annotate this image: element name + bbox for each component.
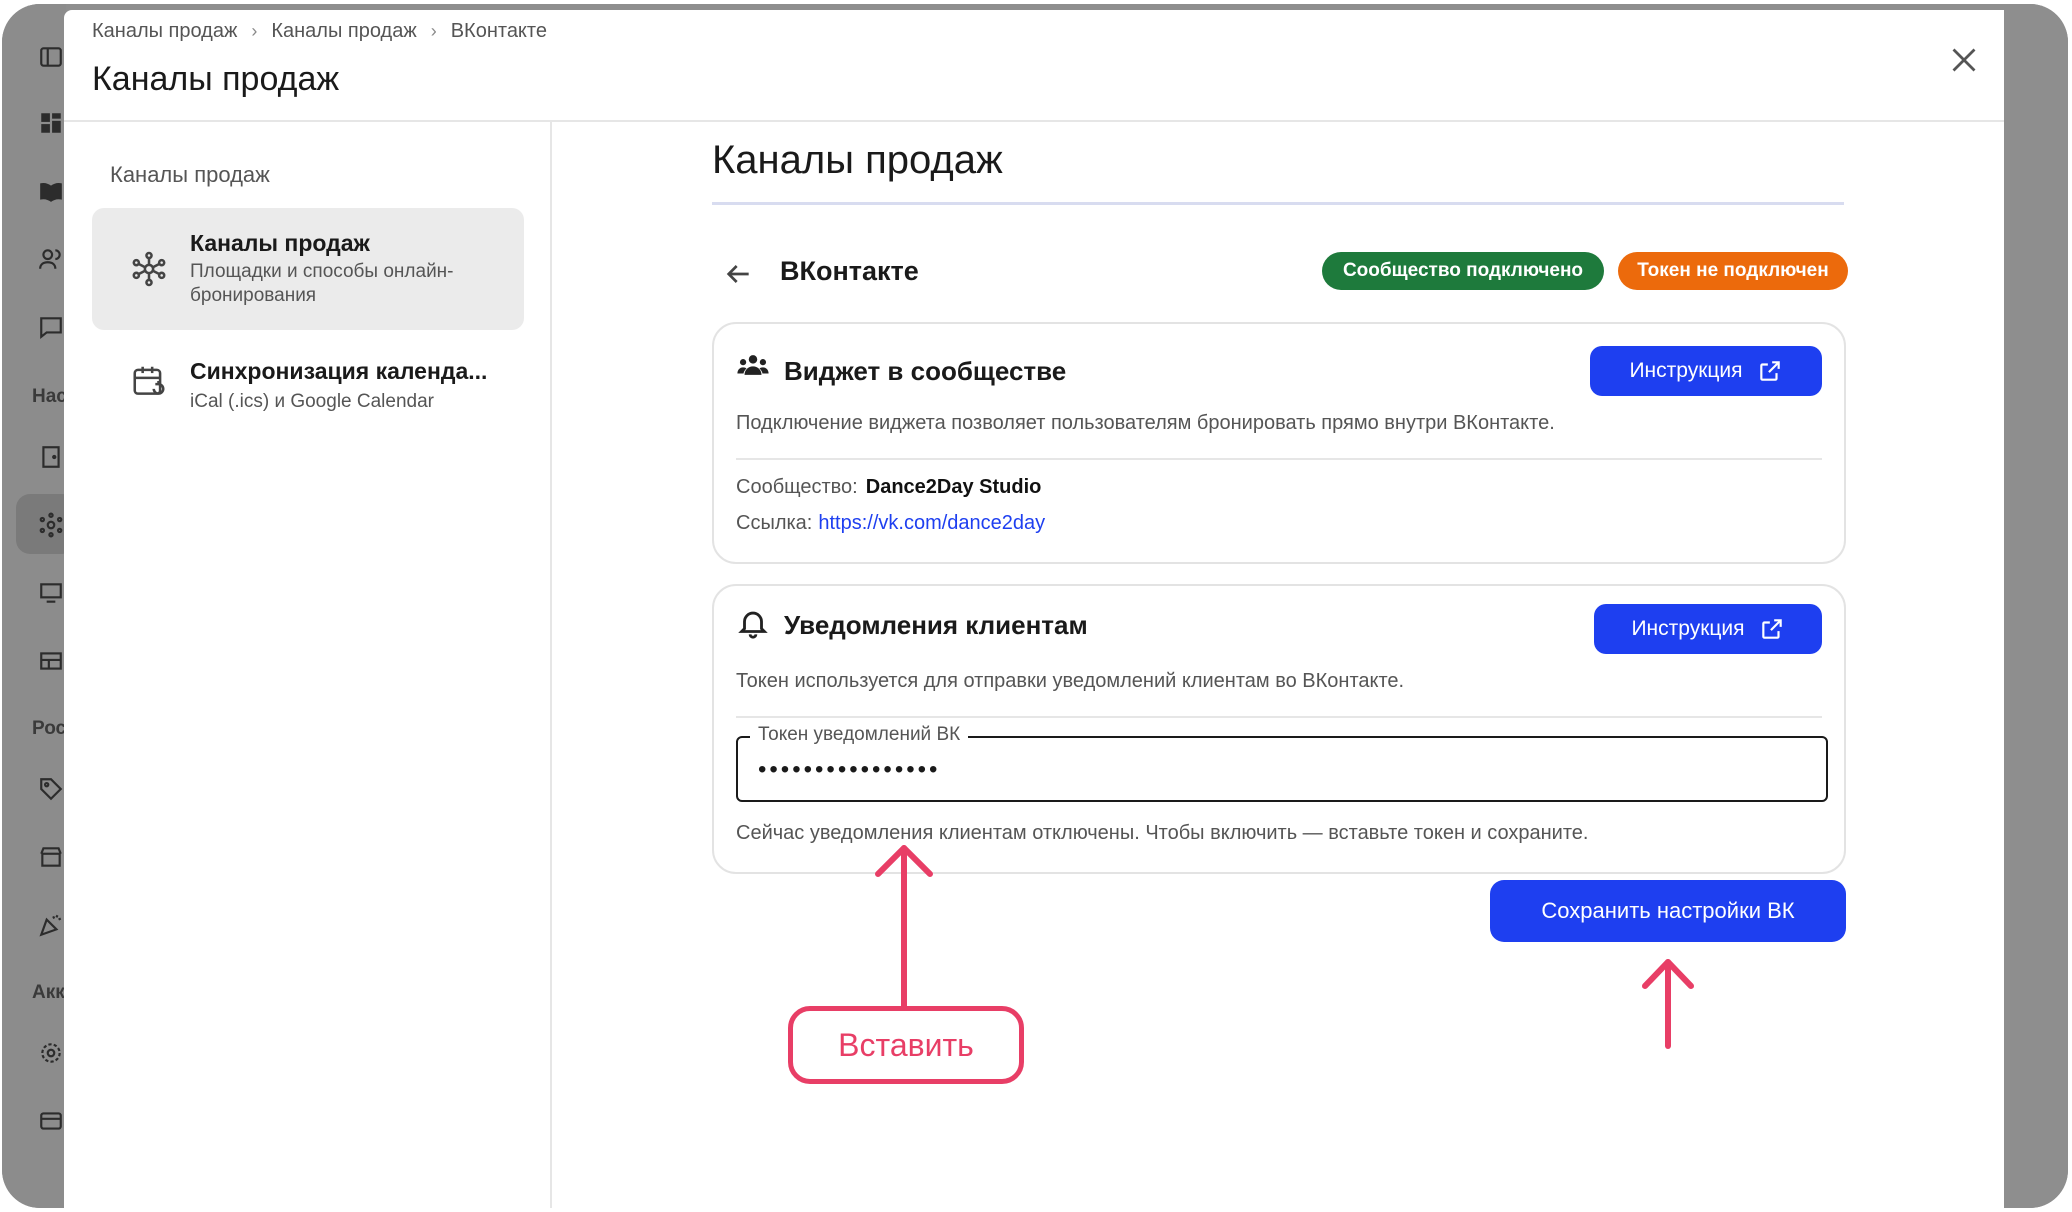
chat-icon xyxy=(38,314,64,340)
close-icon xyxy=(1952,48,1976,72)
card-title: Уведомления клиентам xyxy=(784,610,1088,640)
link-label: Ссылка: xyxy=(736,512,813,534)
nav-item-title: Каналы продаж xyxy=(190,230,370,256)
network-icon xyxy=(38,512,64,538)
dashboard-icon xyxy=(38,110,64,136)
token-input-value[interactable]: •••••••••••••••• xyxy=(758,756,940,784)
token-hint: Сейчас уведомления клиентам отключены. Ч… xyxy=(736,822,1589,844)
modal-title: Каналы продаж xyxy=(92,60,340,98)
title-divider xyxy=(712,202,1844,205)
status-badge-community: Сообщество подключено xyxy=(1322,252,1604,290)
breadcrumb-separator: › xyxy=(430,21,437,41)
link-row: Ссылка: https://vk.com/dance2day xyxy=(736,512,1045,535)
card-divider xyxy=(736,716,1822,718)
bell-icon xyxy=(736,606,770,640)
nav-item-calendar-sync[interactable]: Синхронизация календа... iCal (.ics) и G… xyxy=(92,338,524,460)
widget-card: Виджет в сообществе Инструкция Подключен… xyxy=(712,322,1846,564)
token-input-label: Токен уведомлений ВК xyxy=(750,724,969,746)
external-link-icon xyxy=(1761,619,1782,639)
network-icon xyxy=(130,250,168,288)
background-section-label: Нас xyxy=(32,386,67,407)
screenshot-frame: Нас Рос Акк Каналы продаж › Каналы прода… xyxy=(0,0,2072,1212)
card-description: Подключение виджета позволяет пользовате… xyxy=(736,412,1555,434)
book-icon xyxy=(38,178,64,204)
breadcrumb-item[interactable]: Каналы продаж xyxy=(271,20,416,43)
token-input[interactable]: Токен уведомлений ВК •••••••••••••••• xyxy=(736,724,1828,802)
close-button[interactable] xyxy=(1946,42,1982,78)
community-label: Сообщество: xyxy=(736,476,858,498)
community-row: Сообщество: Dance2Day Studio xyxy=(736,476,1041,499)
background-section-label: Рос xyxy=(32,718,67,739)
back-button[interactable] xyxy=(722,258,754,290)
vk-header-row: ВКонтакте Сообщество подключено Токен не… xyxy=(712,252,1848,296)
instruction-button-label: Инструкция xyxy=(1629,359,1743,382)
card-description: Токен используется для отправки уведомле… xyxy=(736,670,1405,692)
nav-item-sales-channels[interactable]: Каналы продаж Площадки и способы онлайн-… xyxy=(92,208,524,330)
background-sidebar: Нас Рос Акк xyxy=(2,4,76,1208)
breadcrumb: Каналы продаж › Каналы продаж › ВКонтакт… xyxy=(92,20,547,43)
background-right-strip xyxy=(2004,4,2068,1208)
annotation-arrow-save xyxy=(1642,959,1694,1049)
external-link-icon xyxy=(1759,361,1780,381)
modal-header: Каналы продаж › Каналы продаж › ВКонтакт… xyxy=(64,10,2008,122)
instruction-button-label: Инструкция xyxy=(1631,617,1745,640)
table-icon xyxy=(38,648,64,674)
monitor-icon xyxy=(38,580,64,606)
page-title: Каналы продаж xyxy=(712,138,1003,182)
section-title: ВКонтакте xyxy=(780,256,919,286)
nav-item-title: Синхронизация календа... xyxy=(190,358,488,384)
gear-icon xyxy=(38,1040,64,1066)
card-icon xyxy=(38,1108,64,1134)
annotation-arrow-paste xyxy=(875,845,933,1009)
panel-icon xyxy=(38,44,64,70)
app-window: Нас Рос Акк Каналы продаж › Каналы прода… xyxy=(2,4,2068,1208)
nav-section-title: Каналы продаж xyxy=(110,162,270,187)
annotation-label: Вставить xyxy=(788,1006,1024,1084)
breadcrumb-item[interactable]: Каналы продаж xyxy=(92,20,237,43)
settings-nav: Каналы продаж Каналы продаж Площадки и с… xyxy=(64,122,552,1208)
save-vk-settings-button[interactable]: Сохранить настройки ВК xyxy=(1490,880,1846,942)
users-icon xyxy=(38,246,64,272)
card-title: Виджет в сообществе xyxy=(784,356,1067,386)
community-value: Dance2Day Studio xyxy=(865,476,1042,498)
door-icon xyxy=(38,444,64,470)
card-divider xyxy=(736,458,1822,460)
background-section-label: Акк xyxy=(32,982,65,1003)
calendar-sync-icon xyxy=(130,362,168,400)
notifications-card: Уведомления клиентам Инструкция Токен ис… xyxy=(712,584,1846,874)
breadcrumb-separator: › xyxy=(251,21,258,41)
store-icon xyxy=(38,844,64,870)
sales-channels-modal: Каналы продаж › Каналы продаж › ВКонтакт… xyxy=(64,10,2008,1208)
breadcrumb-item-current: ВКонтакте xyxy=(450,20,547,42)
status-badge-token: Токен не подключен xyxy=(1618,252,1848,290)
arrow-left-icon xyxy=(726,265,749,283)
instruction-button[interactable]: Инструкция xyxy=(1594,604,1822,654)
tag-icon xyxy=(38,776,64,802)
community-icon xyxy=(736,348,770,382)
community-link[interactable]: https://vk.com/dance2day xyxy=(818,512,1045,534)
nav-item-subtitle: Площадки и способы онлайн-бронирования xyxy=(190,261,454,306)
nav-item-subtitle: iCal (.ics) и Google Calendar xyxy=(190,391,434,412)
instruction-button[interactable]: Инструкция xyxy=(1590,346,1822,396)
party-icon xyxy=(38,912,64,938)
